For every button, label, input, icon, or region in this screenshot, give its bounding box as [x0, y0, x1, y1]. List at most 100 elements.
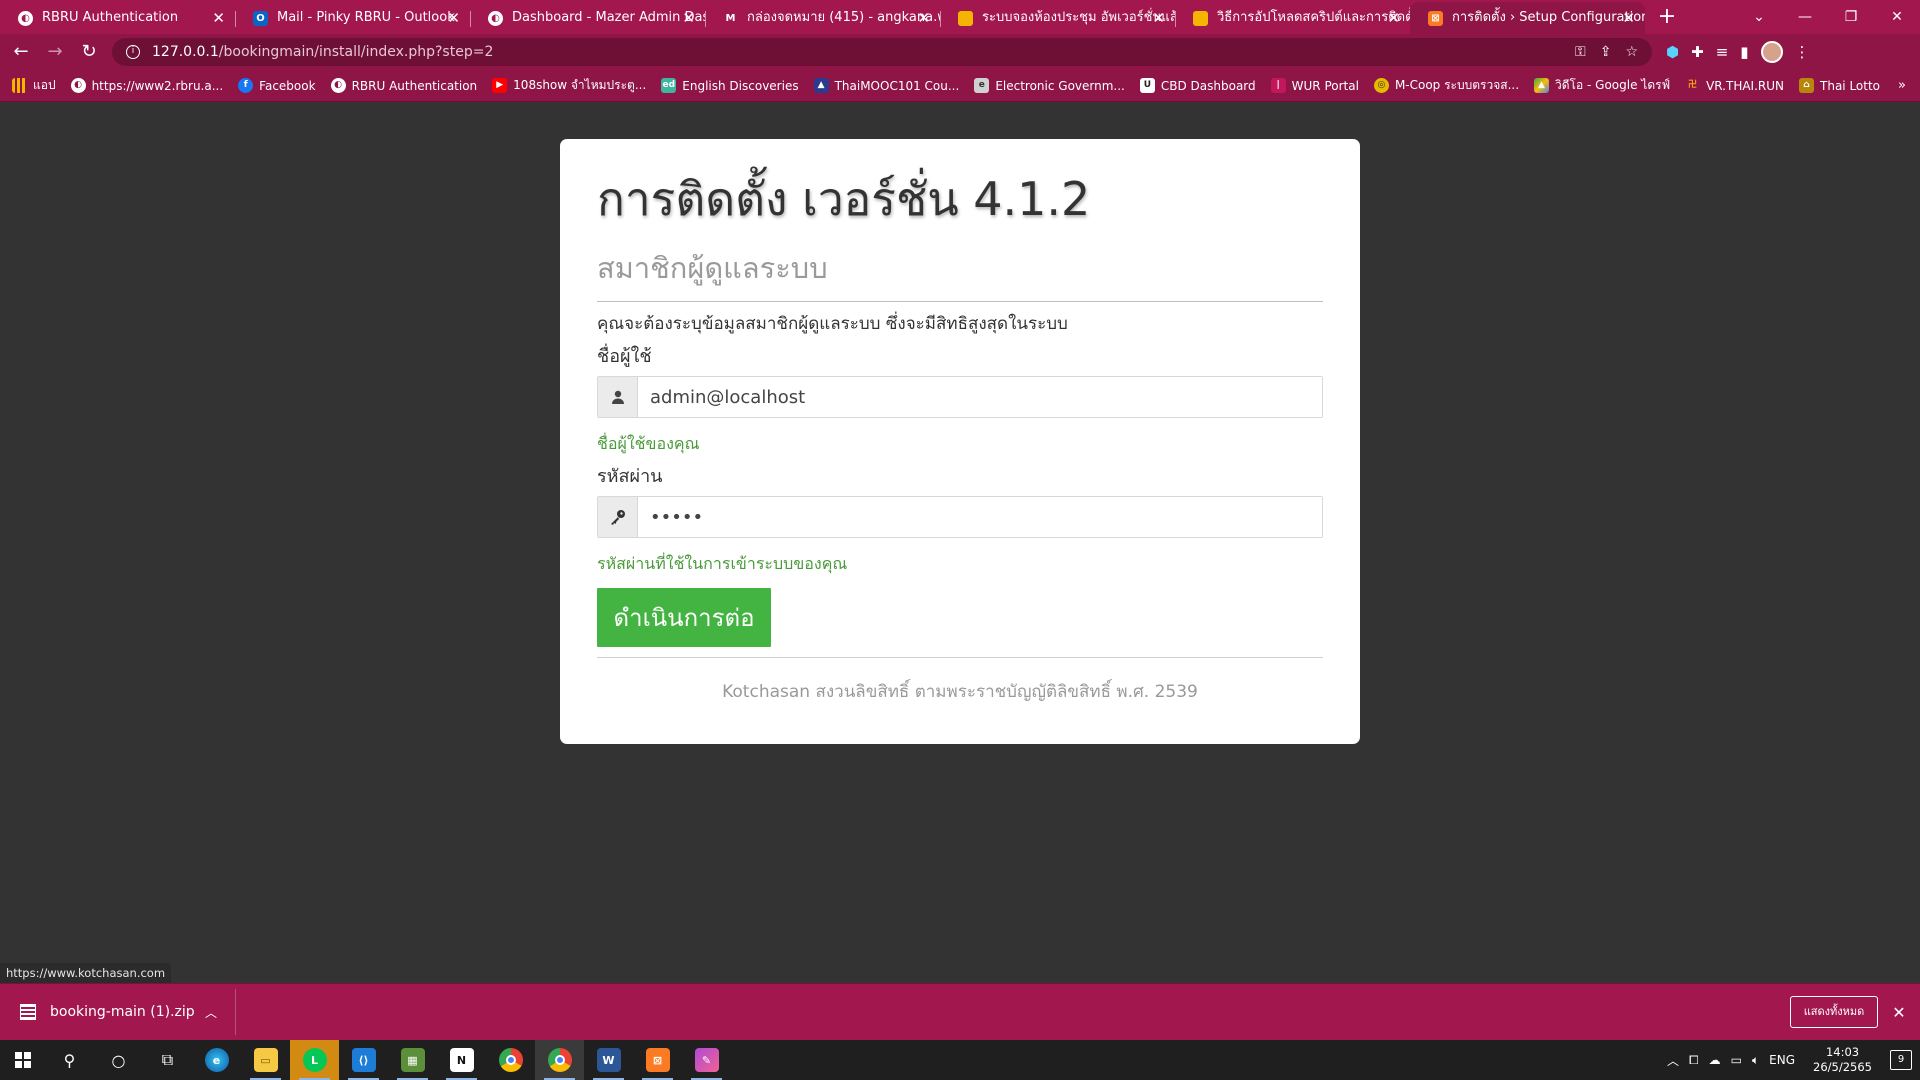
- bookmark-cbd[interactable]: U CBD Dashboard: [1139, 78, 1256, 93]
- key-icon[interactable]: ⚿: [1575, 44, 1586, 60]
- chevron-up-icon[interactable]: ︿: [1667, 1052, 1679, 1069]
- bookmark-label: WUR Portal: [1291, 78, 1359, 93]
- more-bookmarks-icon[interactable]: »: [1898, 78, 1906, 93]
- tab-dashboard[interactable]: ◐ Dashboard - Mazer Admin Dash ✕: [470, 2, 705, 34]
- tab-label: การติดตั้ง › Setup Configuration F: [1452, 10, 1645, 25]
- window-controls: ⌄ — ❐ ✕: [1736, 0, 1920, 34]
- menu-icon[interactable]: ⋮: [1795, 43, 1810, 61]
- youtube-icon: ▶: [492, 78, 508, 93]
- wur-icon: |: [1270, 78, 1286, 93]
- bookmark-mcoop[interactable]: ◎ M-Coop ระบบตรวจส...: [1373, 76, 1519, 95]
- mooc-icon: ▲: [813, 78, 829, 93]
- password-label: รหัสผ่าน: [597, 466, 663, 487]
- restore-button[interactable]: ❐: [1828, 0, 1874, 34]
- notification-center-icon[interactable]: 9: [1890, 1050, 1912, 1070]
- xampp-icon[interactable]: ⊠: [633, 1040, 682, 1080]
- bookmark-egov[interactable]: e Electronic Governm...: [974, 78, 1125, 93]
- tab-outlook[interactable]: O Mail - Pinky RBRU - Outlook ✕: [235, 2, 470, 34]
- new-tab-button[interactable]: +: [1645, 2, 1689, 34]
- tab-gmail[interactable]: M กล่องจดหมาย (415) - angkana.w@ ✕: [705, 2, 940, 34]
- close-tab-icon[interactable]: ✕: [917, 2, 930, 34]
- tab-label: ระบบจองห้องประชุม อัพเวอร์ชั่นแล้วเ: [982, 10, 1175, 25]
- password-input[interactable]: [638, 497, 1322, 537]
- bookmark-drive[interactable]: ▲ วิดีโอ - Google ไดรฟ์: [1534, 76, 1670, 95]
- tab-booking[interactable]: ระบบจองห้องประชุม อัพเวอร์ชั่นแล้วเ ✕: [940, 2, 1175, 34]
- bookmarks-bar: แอป ◐ https://www2.rbru.a... f Facebook ◐ R…: [0, 70, 1920, 102]
- bookmark-wur[interactable]: | WUR Portal: [1270, 78, 1359, 93]
- tab-search-icon[interactable]: ⌄: [1736, 0, 1782, 34]
- star-icon[interactable]: ☆: [1625, 44, 1638, 60]
- volume-icon[interactable]: 🔈︎: [1752, 1053, 1759, 1068]
- clock[interactable]: 14:03 26/5/2565: [1813, 1045, 1872, 1075]
- username-input[interactable]: [638, 377, 1322, 417]
- file-explorer-icon[interactable]: ▭: [241, 1040, 290, 1080]
- bookmark-thaimooc[interactable]: ▲ ThaiMOOC101 Cou...: [813, 78, 959, 93]
- close-window-button[interactable]: ✕: [1874, 0, 1920, 34]
- bookmark-rbru-auth[interactable]: ◐ RBRU Authentication: [330, 78, 477, 93]
- cbd-icon: U: [1139, 78, 1155, 93]
- meet-now-icon[interactable]: ⧠: [1689, 1053, 1699, 1068]
- onedrive-icon[interactable]: ☁: [1709, 1053, 1721, 1067]
- user-icon: [598, 377, 638, 417]
- tab-label: Mail - Pinky RBRU - Outlook: [277, 10, 455, 25]
- continue-button[interactable]: ดำเนินการต่อ: [597, 588, 771, 647]
- bookmark-english-discoveries[interactable]: ed English Discoveries: [661, 78, 799, 93]
- vscode-icon[interactable]: ⟨⟩: [339, 1040, 388, 1080]
- minimize-button[interactable]: —: [1782, 0, 1828, 34]
- taskbar: ⚲ ○ ⧉ e ▭ L ⟨⟩ ▦ N W ⊠ ✎ ︿ ⧠ ☁ ▭ 🔈︎ ENG …: [0, 1040, 1920, 1080]
- site-info-icon[interactable]: i: [126, 45, 140, 59]
- bookmark-108show[interactable]: ▶ 108show จำไหมประตู...: [492, 76, 646, 95]
- minecraft-icon[interactable]: ▦: [388, 1040, 437, 1080]
- cortana-icon[interactable]: ○: [94, 1040, 143, 1080]
- back-button[interactable]: ←: [4, 37, 38, 67]
- bookmark-label: 108show จำไหมประตู...: [513, 78, 647, 92]
- address-bar[interactable]: i 127.0.0.1/bookingmain/install/index.ph…: [112, 38, 1652, 66]
- gmail-icon: M: [723, 11, 738, 26]
- line-icon[interactable]: L: [290, 1040, 339, 1080]
- bookmark-facebook[interactable]: f Facebook: [238, 78, 316, 93]
- start-button[interactable]: [0, 1040, 45, 1080]
- chrome-profile-icon[interactable]: [535, 1040, 584, 1080]
- search-icon[interactable]: ⚲: [45, 1040, 94, 1080]
- notion-icon[interactable]: N: [437, 1040, 486, 1080]
- reading-list-icon[interactable]: ≡: [1716, 43, 1729, 61]
- task-view-icon[interactable]: ⧉: [143, 1040, 192, 1080]
- download-item[interactable]: booking-main (1).zip ︿: [0, 989, 236, 1035]
- side-panel-icon[interactable]: ▮: [1740, 43, 1748, 61]
- close-tab-icon[interactable]: ✕: [1387, 2, 1400, 34]
- close-tab-icon[interactable]: ✕: [682, 2, 695, 34]
- tab-setup[interactable]: ⊠ การติดตั้ง › Setup Configuration F ✕: [1410, 2, 1645, 34]
- bookmark-label: วิดีโอ - Google ไดรฟ์: [1555, 78, 1671, 92]
- close-tab-icon[interactable]: ✕: [1152, 2, 1165, 34]
- tab-label: วิธีการอัปโหลดสคริปต์และการติดตั้งไฟ: [1217, 10, 1410, 25]
- bookmark-apps[interactable]: แอป: [12, 76, 56, 95]
- chevron-up-icon[interactable]: ︿: [205, 1004, 217, 1021]
- close-tab-icon[interactable]: ✕: [447, 2, 460, 34]
- close-download-bar-icon[interactable]: ✕: [1878, 1003, 1920, 1022]
- profile-avatar[interactable]: [1760, 41, 1783, 63]
- status-url: https://www.kotchasan.com: [0, 963, 172, 983]
- forward-button[interactable]: →: [38, 37, 72, 67]
- reload-button[interactable]: ↻: [72, 37, 106, 67]
- language-indicator[interactable]: ENG: [1769, 1053, 1795, 1067]
- bookmark-thai-lotto[interactable]: ⌂ Thai Lotto: [1799, 78, 1880, 93]
- puzzle-icon[interactable]: ✚: [1691, 43, 1704, 61]
- chrome-icon[interactable]: [486, 1040, 535, 1080]
- url-host: 127.0.0.1: [152, 44, 219, 60]
- facebook-icon: f: [238, 78, 254, 93]
- edge-icon[interactable]: e: [192, 1040, 241, 1080]
- share-icon[interactable]: ⇪: [1600, 44, 1612, 60]
- show-all-button[interactable]: แสดงทั้งหมด: [1790, 996, 1878, 1028]
- extension-shield-icon[interactable]: ⬢: [1666, 43, 1679, 61]
- bookmark-rbru-www2[interactable]: ◐ https://www2.rbru.a...: [70, 78, 223, 93]
- password-group: [597, 496, 1323, 538]
- tab-label: Dashboard - Mazer Admin Dash: [512, 10, 705, 25]
- tab-rbru-auth[interactable]: ◐ RBRU Authentication ✕: [0, 2, 235, 34]
- tab-upload-guide[interactable]: วิธีการอัปโหลดสคริปต์และการติดตั้งไฟ✕: [1175, 2, 1410, 34]
- word-icon[interactable]: W: [584, 1040, 633, 1080]
- close-tab-icon[interactable]: ✕: [1622, 2, 1635, 34]
- bookmark-vrthairun[interactable]: 卍 VR.THAI.RUN: [1685, 78, 1784, 93]
- close-tab-icon[interactable]: ✕: [212, 2, 225, 34]
- network-icon[interactable]: ▭: [1731, 1053, 1742, 1067]
- paint-icon[interactable]: ✎: [682, 1040, 731, 1080]
